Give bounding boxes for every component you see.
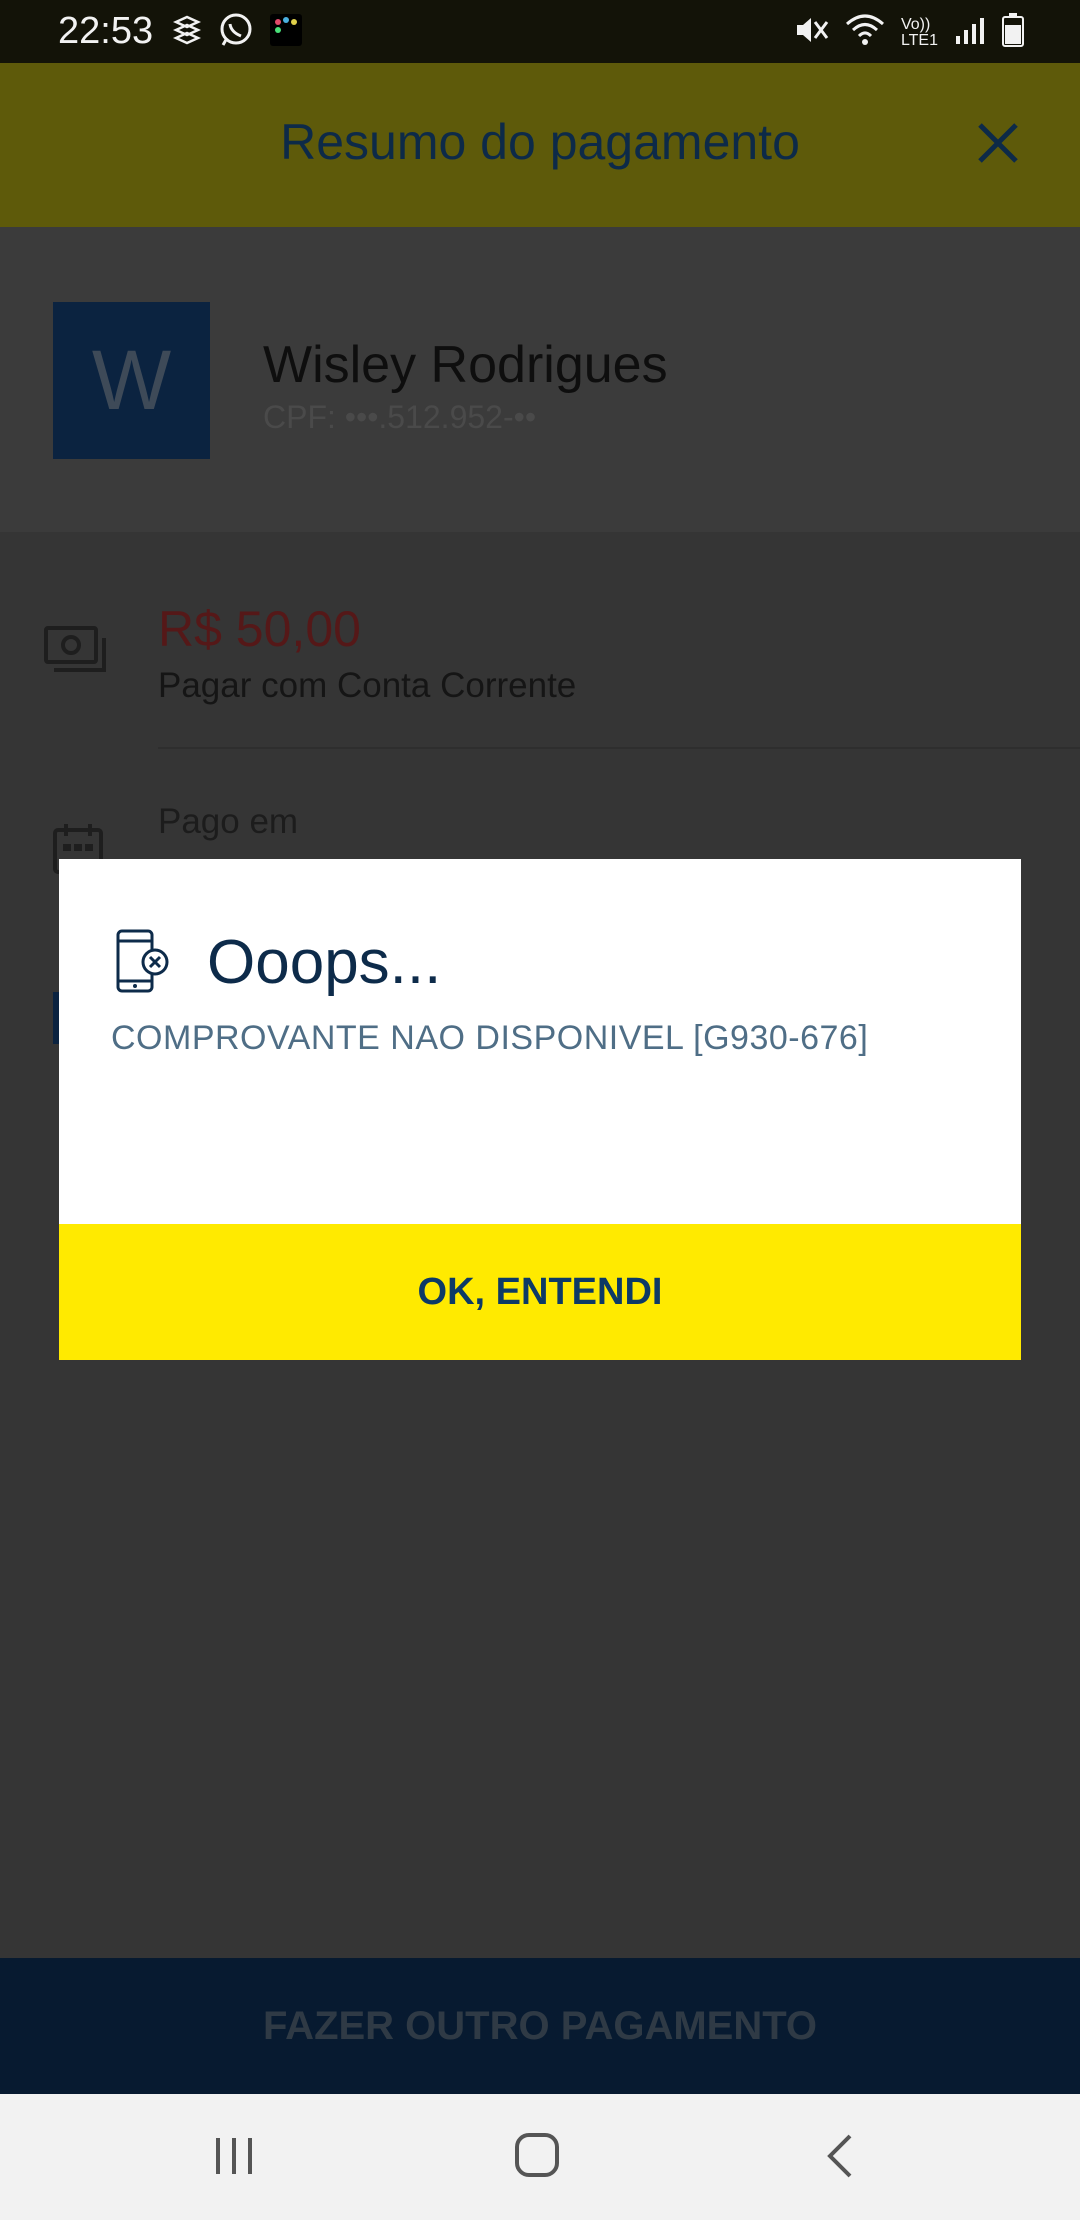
dialog-title: Ooops... <box>207 928 442 997</box>
phone-error-icon <box>115 929 171 1000</box>
home-icon[interactable] <box>513 2130 561 2185</box>
dropbox-icon <box>170 13 204 52</box>
dialog-message: COMPROVANTE NAO DISPONIVEL [G930-676] <box>111 1019 869 1057</box>
header: Resumo do pagamento <box>0 63 1080 227</box>
status-left-icons <box>170 12 304 53</box>
new-payment-label: FAZER OUTRO PAGAMENTO <box>262 2003 818 2048</box>
network-label-top: Vo)) <box>900 15 931 33</box>
error-dialog: Ooops... COMPROVANTE NAO DISPONIVEL [G93… <box>59 859 1021 1360</box>
status-time: 22:53 <box>58 10 154 52</box>
signal-icon <box>954 14 986 51</box>
payment-method: Pagar com Conta Corrente <box>158 666 577 705</box>
avatar: W <box>53 302 210 459</box>
payee-name: Wisley Rodrigues <box>263 336 668 394</box>
status-bar: 22:53 Vo)) LTE1 <box>0 0 1080 63</box>
new-payment-button[interactable]: FAZER OUTRO PAGAMENTO <box>0 1958 1080 2094</box>
payee-cpf: CPF: •••.512.952-•• <box>263 399 537 435</box>
status-right-icons: Vo)) LTE1 <box>793 12 1024 53</box>
money-icon <box>44 626 108 683</box>
ok-button[interactable]: OK, ENTENDI <box>59 1224 1021 1360</box>
paid-on-label: Pago em <box>158 802 299 841</box>
whatsapp-icon <box>218 12 254 53</box>
navigation-bar <box>0 2094 1080 2220</box>
payee-section: W Wisley Rodrigues CPF: •••.512.952-•• <box>0 227 1080 532</box>
back-icon[interactable] <box>822 2134 858 2183</box>
app-notification-icon <box>268 12 304 53</box>
close-button[interactable] <box>968 113 1028 173</box>
close-icon <box>978 123 1018 163</box>
volte-lte-icon: Vo)) LTE1 <box>900 15 938 49</box>
recents-icon[interactable] <box>212 2134 256 2183</box>
divider <box>158 747 1080 749</box>
page-title: Resumo do pagamento <box>280 114 800 170</box>
avatar-letter: W <box>91 333 172 427</box>
wifi-icon <box>845 12 885 53</box>
ok-button-label: OK, ENTENDI <box>417 1270 663 1313</box>
battery-icon <box>1002 13 1024 52</box>
network-label-bottom: LTE1 <box>900 31 938 49</box>
payment-amount: R$ 50,00 <box>158 601 361 657</box>
mute-icon <box>793 12 829 53</box>
